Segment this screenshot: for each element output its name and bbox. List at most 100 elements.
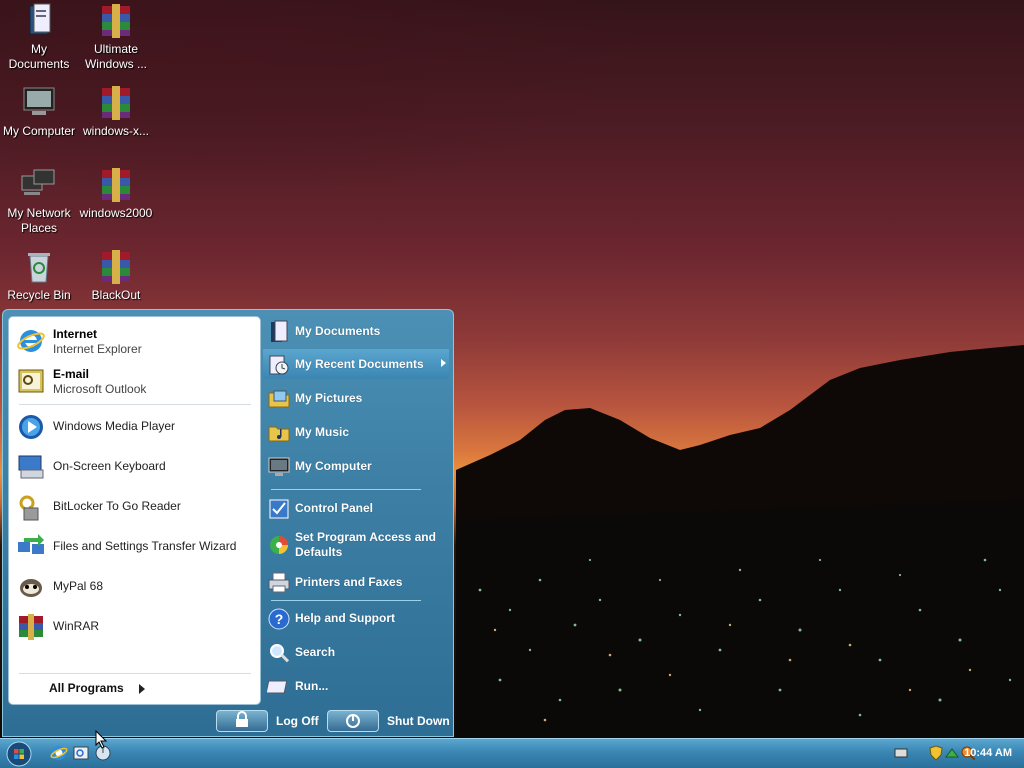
menu-label: My Music xyxy=(295,425,350,439)
desktop-icon-label: Recycle Bin xyxy=(7,288,71,302)
chevron-right-icon xyxy=(139,684,145,694)
menu-my-music[interactable]: My Music xyxy=(263,417,449,447)
menu-separator xyxy=(271,489,421,490)
pinned-title: Internet xyxy=(53,327,98,341)
winrar-archive-icon xyxy=(102,86,130,120)
recent-winrar[interactable]: WinRAR xyxy=(13,609,253,645)
program-defaults-icon xyxy=(270,536,288,554)
desktop-icon-label: My Network Places xyxy=(7,206,71,235)
start-menu-places-pane: My Documents My Recent Documents My Pict… xyxy=(263,316,451,705)
menu-label: Help and Support xyxy=(295,611,395,625)
winrar-archive-icon xyxy=(102,4,130,38)
menu-separator xyxy=(19,404,251,405)
svg-text:?: ? xyxy=(275,611,284,627)
menu-label: My Documents xyxy=(295,324,381,338)
all-programs-button[interactable]: All Programs xyxy=(49,681,124,695)
recent-program-label: MyPal 68 xyxy=(53,579,104,593)
my-computer-icon xyxy=(23,87,55,115)
safely-remove-hardware-icon[interactable] xyxy=(944,745,960,761)
desktop-icon-my-documents[interactable]: My Documents xyxy=(0,2,78,72)
log-off-label[interactable]: Log Off xyxy=(276,714,319,728)
menu-label: Printers and Faxes xyxy=(295,575,403,589)
my-music-icon xyxy=(268,426,290,442)
outlook-icon xyxy=(18,369,44,393)
pinned-outlook[interactable]: E-mail Microsoft Outlook xyxy=(13,363,253,399)
desktop-icon-my-computer[interactable]: My Computer xyxy=(0,84,78,139)
winrar-archive-icon xyxy=(102,168,130,202)
start-menu-programs-pane: Internet Internet Explorer E-mail Micros… xyxy=(8,316,261,705)
recent-windows-media-player[interactable]: Windows Media Player xyxy=(13,409,253,445)
desktop-icon-recycle-bin[interactable]: Recycle Bin xyxy=(0,248,78,303)
security-shield-icon[interactable] xyxy=(928,745,944,761)
internet-explorer-icon[interactable] xyxy=(50,744,68,762)
start-button[interactable] xyxy=(6,741,32,767)
desktop-icon-blackout[interactable]: BlackOut xyxy=(77,248,155,303)
menu-label: Set Program Access and Defaults xyxy=(295,530,436,559)
shut-down-button[interactable] xyxy=(327,710,379,732)
menu-my-documents[interactable]: My Documents xyxy=(263,316,449,346)
network-places-icon xyxy=(21,169,55,195)
recent-program-label: BitLocker To Go Reader xyxy=(53,499,181,513)
recent-bitlocker-reader[interactable]: BitLocker To Go Reader xyxy=(13,489,253,525)
menu-label: Search xyxy=(295,645,336,659)
lock-icon xyxy=(236,711,248,727)
chevron-right-icon xyxy=(441,359,446,367)
menu-label: My Pictures xyxy=(295,391,363,405)
my-computer-icon xyxy=(268,457,290,476)
taskbar: 10:44 AM xyxy=(0,738,1024,768)
desktop-icon-my-network-places[interactable]: My Network Places xyxy=(0,166,78,236)
run-icon xyxy=(267,680,288,694)
menu-separator xyxy=(19,673,251,674)
my-documents-icon xyxy=(29,3,51,35)
internet-explorer-icon xyxy=(17,330,45,352)
pinned-subtitle: Microsoft Outlook xyxy=(53,382,147,396)
desktop-icon-label: BlackOut xyxy=(91,288,141,302)
menu-search[interactable]: Search xyxy=(263,637,449,667)
desktop-icon-windows2000[interactable]: windows2000 xyxy=(77,166,155,221)
log-off-button[interactable] xyxy=(216,710,268,732)
recent-mypal[interactable]: MyPal 68 xyxy=(13,569,253,605)
help-icon: ? xyxy=(268,608,290,630)
menu-printers-faxes[interactable]: Printers and Faxes xyxy=(263,567,449,597)
mypal-icon xyxy=(20,579,42,597)
desktop-icon-ultimate-windows[interactable]: Ultimate Windows ... xyxy=(77,2,155,72)
clock[interactable]: 10:44 AM xyxy=(964,747,1012,759)
desktop-icon-windows-x[interactable]: windows-x... xyxy=(77,84,155,139)
menu-my-computer[interactable]: My Computer xyxy=(263,451,449,481)
recent-program-label: WinRAR xyxy=(53,619,100,633)
desktop-icon-label: windows-x... xyxy=(82,124,150,138)
menu-label: My Recent Documents xyxy=(295,357,424,371)
recent-program-label: On-Screen Keyboard xyxy=(53,459,166,473)
menu-label: Run... xyxy=(295,679,329,693)
search-icon xyxy=(270,644,290,663)
recent-transfer-wizard[interactable]: Files and Settings Transfer Wizard xyxy=(13,529,253,565)
desktop-icon-label: My Documents xyxy=(8,42,70,71)
system-tray: 10:44 AM xyxy=(894,739,1024,768)
menu-my-pictures[interactable]: My Pictures xyxy=(263,383,449,413)
menu-my-recent-documents[interactable]: My Recent Documents xyxy=(263,349,449,379)
recent-on-screen-keyboard[interactable]: On-Screen Keyboard xyxy=(13,449,253,485)
menu-control-panel[interactable]: Control Panel xyxy=(263,493,449,523)
printer-icon xyxy=(268,572,290,593)
pinned-internet-explorer[interactable]: Internet Internet Explorer xyxy=(13,323,253,359)
shut-down-label[interactable]: Shut Down xyxy=(387,714,450,728)
power-icon xyxy=(346,714,360,728)
keyboard-tray-icon[interactable] xyxy=(894,746,908,760)
pinned-title: E-mail xyxy=(53,367,90,381)
desktop-icon-label: My Computer xyxy=(2,124,76,138)
menu-run[interactable]: Run... xyxy=(263,671,449,701)
outlook-express-icon[interactable] xyxy=(72,744,90,762)
media-player-icon xyxy=(19,415,43,439)
control-panel-icon xyxy=(269,499,289,519)
my-documents-icon xyxy=(271,320,288,342)
transfer-wizard-icon xyxy=(18,534,44,554)
recent-program-label: Files and Settings Transfer Wizard xyxy=(53,539,237,553)
desktop-icon-label: windows2000 xyxy=(79,206,153,220)
recent-documents-icon xyxy=(269,355,289,375)
bitlocker-icon xyxy=(19,495,39,521)
winrar-icon xyxy=(19,614,43,640)
menu-set-program-access[interactable]: Set Program Access and Defaults xyxy=(263,527,449,563)
pinned-subtitle: Internet Explorer xyxy=(53,342,142,356)
menu-help-support[interactable]: ? Help and Support xyxy=(263,603,449,633)
menu-label: My Computer xyxy=(295,459,372,473)
